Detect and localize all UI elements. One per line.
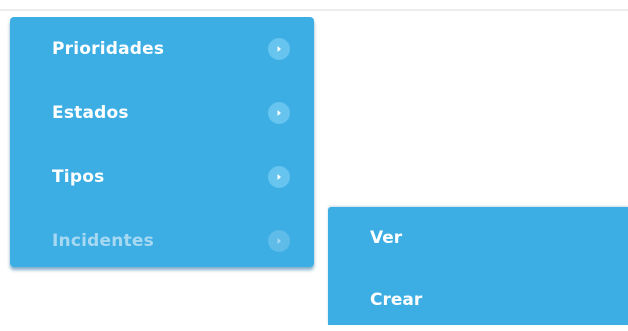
submenu-item-ver[interactable]: Ver [328, 207, 628, 269]
menu-item-label: Incidentes [52, 231, 154, 251]
menu-item-prioridades[interactable]: Prioridades [10, 17, 314, 81]
submenu-item-label: Crear [370, 290, 423, 310]
menu-item-incidentes[interactable]: Incidentes [10, 209, 314, 273]
menu-item-label: Prioridades [52, 39, 165, 59]
submenu-item-label: Ver [370, 228, 403, 248]
dropdown-menu: Prioridades Estados Tipos Incidentes [10, 17, 314, 267]
submenu-item-crear[interactable]: Crear [328, 269, 628, 331]
menu-item-estados[interactable]: Estados [10, 81, 314, 145]
menu-item-tipos[interactable]: Tipos [10, 145, 314, 209]
chevron-right-icon [268, 230, 290, 252]
menu-item-label: Tipos [52, 167, 105, 187]
chevron-right-icon [268, 166, 290, 188]
menu-item-label: Estados [52, 103, 129, 123]
chevron-right-icon [268, 102, 290, 124]
chevron-right-icon [268, 38, 290, 60]
submenu-incidentes: Ver Crear [328, 207, 628, 325]
top-divider [0, 9, 628, 11]
